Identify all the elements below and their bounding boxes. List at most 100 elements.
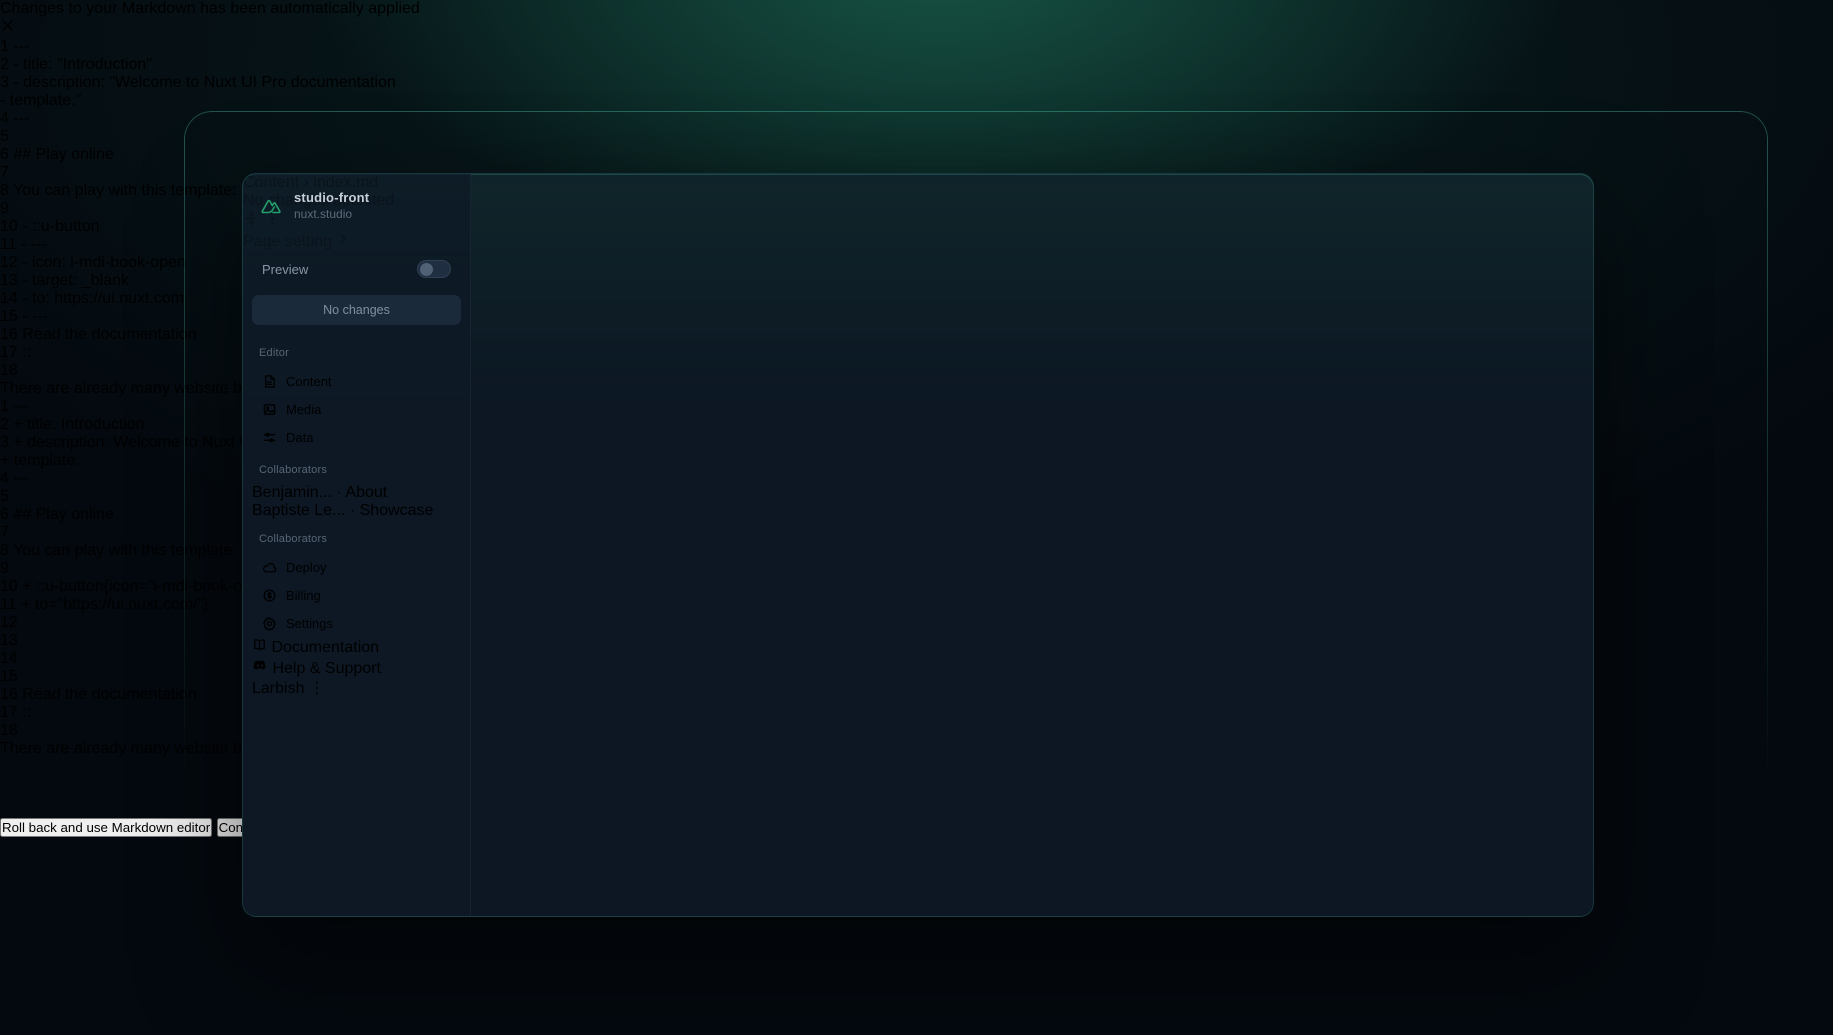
line-number: 3	[0, 434, 9, 451]
line-number: 15	[0, 308, 18, 325]
code-line: ---	[13, 398, 29, 415]
diff-sign: -	[22, 272, 27, 289]
code-line: ::u-button	[32, 218, 100, 235]
code-line: title: Introduction	[27, 416, 144, 433]
sidebar-item-label: Data	[286, 430, 313, 445]
diff-sign: -	[22, 308, 27, 325]
line-number: 2	[0, 416, 9, 433]
sidebar-item-documentation[interactable]: Documentation	[252, 637, 461, 657]
user-menu[interactable]: Larbish ⋮	[252, 678, 461, 698]
line-number: 4	[0, 110, 9, 127]
sidebar-item-label: Settings	[286, 616, 333, 631]
sidebar-footer-nav: Documentation Help & Support	[252, 637, 461, 678]
dot-separator: ·	[337, 484, 342, 501]
line-number: 13	[0, 272, 18, 289]
sidebar-item-label: Deploy	[286, 560, 326, 575]
image-icon	[262, 402, 277, 417]
code-line: icon: i-mdi-book-open	[32, 254, 186, 271]
line-number: 18	[0, 362, 18, 379]
code-line: ---	[32, 308, 48, 325]
code-line: ---	[13, 110, 29, 127]
sidebar-item-data[interactable]: Data	[252, 423, 461, 451]
sidebar-item-billing[interactable]: Billing	[252, 581, 461, 609]
workspace-nav: Deploy Billing Settings	[252, 553, 461, 637]
line-number: 5	[0, 128, 9, 145]
line-number: 6	[0, 146, 9, 163]
sidebar-item-label: Documentation	[271, 639, 379, 656]
collaborator-row-baptiste-le[interactable]: Baptiste Le... · Showcase	[252, 502, 461, 520]
preview-toggle[interactable]	[417, 260, 451, 278]
line-number: 16	[0, 686, 18, 703]
no-changes-button[interactable]: No changes	[252, 295, 461, 325]
sidebar-item-media[interactable]: Media	[252, 395, 461, 423]
diff-sign: -	[22, 290, 27, 307]
diff-row: 2 - title: "Introduction"	[0, 56, 1833, 74]
line-number: 5	[0, 488, 9, 505]
preview-label: Preview	[262, 262, 308, 277]
workspace-org: nuxt.studio	[294, 207, 369, 221]
sidebar-item-deploy[interactable]: Deploy	[252, 553, 461, 581]
diff-sign: +	[13, 434, 22, 451]
diff-sign: -	[21, 236, 26, 253]
code-line: template."	[10, 92, 82, 109]
sidebar: studio-front nuxt.studio Preview No chan…	[243, 174, 471, 916]
user-name: Larbish	[252, 680, 304, 697]
diff-sign: -	[0, 92, 5, 109]
sidebar-item-label: Media	[286, 402, 321, 417]
code-line: ## Play online	[13, 146, 114, 163]
code-line: target: _blank	[32, 272, 129, 289]
diff-row: - template."	[0, 92, 1833, 110]
collaborator-page: About	[345, 484, 387, 501]
diff-sign: -	[22, 218, 27, 235]
dot-separator: ·	[350, 502, 355, 519]
discord-icon	[252, 660, 268, 677]
gear-icon	[262, 616, 277, 631]
line-number: 17	[0, 344, 18, 361]
diff-sign: -	[13, 74, 18, 91]
line-number: 11	[0, 596, 17, 613]
code-line: Read the documentation	[22, 326, 196, 343]
app-window: studio-front nuxt.studio Preview No chan…	[242, 173, 1594, 917]
code-line: description: "Welcome to Nuxt UI Pro doc…	[23, 74, 396, 91]
modal-title: Changes to your Markdown has been automa…	[0, 0, 1833, 18]
workspace-section-label: Collaborators	[259, 533, 461, 545]
collaborator-name: Benjamin...	[252, 484, 332, 501]
code-line: ---	[13, 38, 29, 55]
diff-row: 1 ---	[0, 38, 1833, 56]
user-kebab-icon[interactable]: ⋮	[309, 680, 325, 697]
line-number: 3	[0, 74, 9, 91]
line-number: 10	[0, 578, 18, 595]
line-number: 18	[0, 722, 18, 739]
close-icon[interactable]	[0, 20, 15, 37]
sidebar-item-label: Billing	[286, 588, 321, 603]
document-icon	[262, 374, 277, 389]
line-number: 4	[0, 470, 9, 487]
line-number: 7	[0, 524, 9, 541]
line-number: 11	[0, 236, 17, 253]
desktop: { "app": { "workspace": { "name": "studi…	[0, 0, 1833, 1035]
collaborators-list: Benjamin... · About Baptiste Le... · Sho…	[252, 484, 461, 520]
line-number: 1	[0, 38, 9, 55]
book-icon	[252, 639, 267, 656]
sidebar-item-content[interactable]: Content	[252, 367, 461, 395]
diff-sign: -	[22, 254, 27, 271]
rollback-button[interactable]: Roll back and use Markdown editor	[0, 818, 212, 837]
line-number: 9	[0, 560, 9, 577]
cloud-icon	[262, 560, 277, 575]
diff-sign: +	[22, 578, 31, 595]
collaborator-row-benjamin[interactable]: Benjamin... · About	[252, 484, 461, 502]
workspace-switcher[interactable]: studio-front nuxt.studio	[252, 188, 461, 223]
line-number: 10	[0, 218, 18, 235]
line-number: 2	[0, 56, 9, 73]
sidebar-item-settings[interactable]: Settings	[252, 609, 461, 637]
line-number: 7	[0, 164, 9, 181]
dollar-icon	[262, 588, 277, 603]
editor-nav: Content Media Data	[252, 367, 461, 451]
code-line: ---	[31, 236, 47, 253]
sidebar-item-help-support[interactable]: Help & Support	[252, 657, 461, 678]
editor-section-label: Editor	[259, 347, 461, 359]
diff-sign: +	[21, 596, 30, 613]
line-number: 17	[0, 704, 18, 721]
line-number: 16	[0, 326, 18, 343]
line-number: 6	[0, 506, 9, 523]
